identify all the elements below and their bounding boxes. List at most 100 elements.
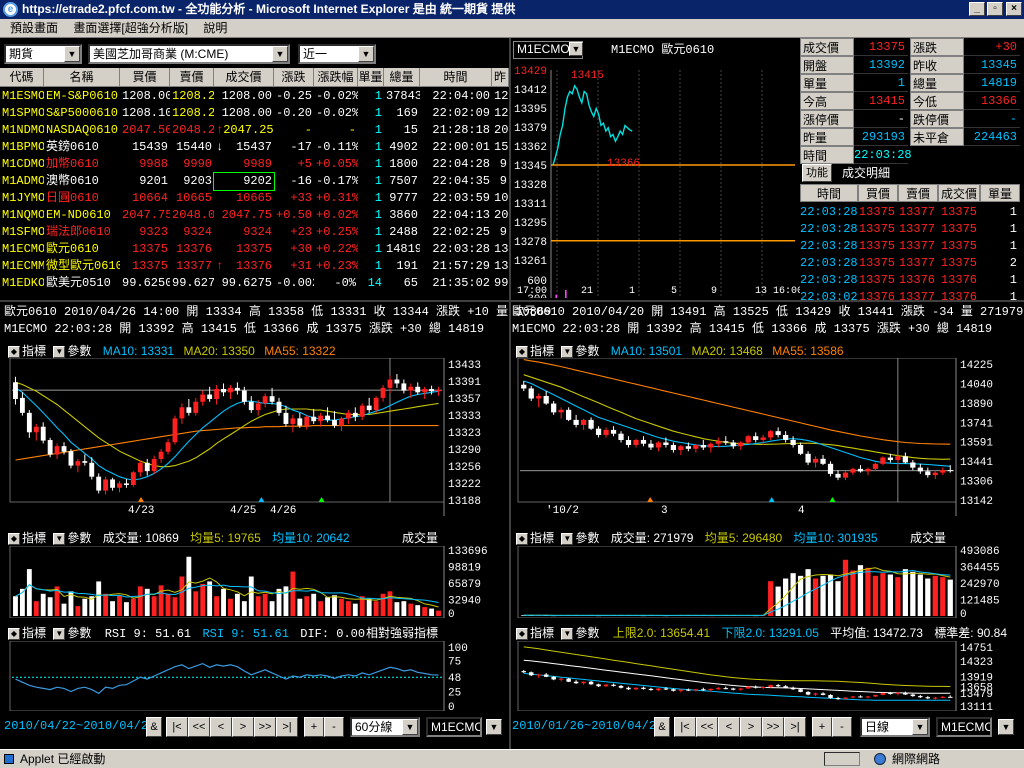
quote-cell-ask: 2048.25 (172, 123, 214, 137)
left-rsi-indicator-button[interactable]: 指標 (22, 626, 46, 640)
candle-body (269, 396, 275, 402)
column-header[interactable]: 昨 (492, 68, 509, 87)
quote-row[interactable]: M1NDMONASDAQ06102047.502048.25↑2047.25 - -… (0, 122, 509, 139)
menu-help[interactable]: 說明 (197, 19, 233, 38)
link-button[interactable]: & (654, 717, 670, 737)
column-header[interactable]: 代碼 (0, 68, 44, 87)
chevron-down-icon[interactable]: ▼ (402, 719, 418, 735)
right-vol-param-button[interactable]: 參數 (575, 531, 599, 545)
date-axis-label: 4/25 (230, 505, 256, 516)
candle-body (54, 446, 60, 455)
zoom-in-button[interactable]: + (304, 717, 324, 737)
column-header[interactable]: 單量 (358, 68, 384, 87)
column-header[interactable]: 時間 (420, 68, 492, 87)
left-symbol-input[interactable]: M1ECMO (426, 717, 482, 737)
close-button[interactable]: × (1006, 2, 1022, 16)
zoom-in-button[interactable]: + (812, 717, 832, 737)
quote-row[interactable]: M1SFMO 瑞法郎0610 9323 9324 9324 +23 +0.25% 1 2488 2… (0, 224, 509, 241)
chevron-down-icon[interactable]: ▼ (272, 46, 288, 62)
chart-frame (9, 546, 445, 618)
chevron-down-icon[interactable]: ▼ (486, 719, 502, 735)
quote-row[interactable]: M1JYMO 日圓0610 10664 10665 10665 +33 +0.31% 1 977… (0, 190, 509, 207)
quote-row[interactable]: M1SPMOS&P50006101208.101208.20 1208.00 -0.… (0, 105, 509, 122)
last-button[interactable]: >| (784, 717, 806, 737)
chevron-down-icon[interactable]: ▼ (561, 532, 574, 545)
column-header[interactable]: 總量 (384, 68, 420, 87)
trade-cell: 13375 (858, 256, 895, 270)
column-header[interactable]: 買價 (120, 68, 170, 87)
last-button[interactable]: >| (276, 717, 298, 737)
chevron-down-icon[interactable]: ▼ (998, 719, 1014, 735)
quote-row[interactable]: M1ECMMO微型歐元0610 13375 13377 ↑ 13376 +31 +0.23%… (0, 258, 509, 275)
quote-row[interactable]: M1ADMO 澳幣0610 9201 9203 9202 -16 -0.17% 1 7507 22… (0, 172, 509, 191)
diamond-icon[interactable]: ◆ (8, 627, 20, 640)
quote-row[interactable]: M1NQMOEM-ND06102047.752048.002047.75+0.5… (0, 207, 509, 224)
page-back-button[interactable]: << (696, 717, 718, 737)
column-header[interactable]: 賣價 (170, 68, 214, 87)
quote-cell-time: 21:28:18 (432, 123, 490, 137)
time-tick-label: 13 (755, 286, 768, 297)
exchange-select[interactable]: 美國芝加哥商業 (M:CME) (88, 44, 290, 64)
chevron-down-icon[interactable]: ▼ (912, 719, 928, 735)
menu-screen-select[interactable]: 畫面選擇[超強分析版] (67, 19, 194, 38)
trade-row: 22:03:28 13375 13377 13375 1 (800, 238, 1024, 255)
zoom-out-button[interactable]: - (324, 717, 344, 737)
chevron-down-icon[interactable]: ▼ (561, 627, 574, 640)
right-volume-chart: 493086 364455 242970 1214850 (516, 546, 1020, 618)
quote-cell-name: 加幣0610 (46, 157, 99, 171)
chevron-down-icon[interactable]: ▼ (561, 345, 574, 358)
right-vol-indicator-button[interactable]: 指標 (530, 531, 554, 545)
chevron-down-icon[interactable]: ▼ (569, 42, 583, 56)
right-indicator-button[interactable]: 指標 (530, 344, 554, 358)
trade-column-header: 時間 (800, 184, 858, 202)
quote-row[interactable]: M1EDKO歐美元051099.625099.627599.6275-0.002… (0, 275, 509, 290)
volume-bar (172, 597, 178, 616)
right-symbol-input[interactable]: M1ECMO (936, 717, 992, 737)
left-param-button[interactable]: 參數 (67, 344, 91, 358)
page-forward-button[interactable]: >> (254, 717, 276, 737)
right-bb-param-button[interactable]: 參數 (575, 626, 599, 640)
minimize-button[interactable]: _ (969, 2, 985, 16)
left-vol-param-button[interactable]: 參數 (67, 531, 91, 545)
chevron-down-icon[interactable]: ▼ (358, 46, 374, 62)
quote-row[interactable]: M1ESMOEM-S&P06101208.001208.251208.00-0.… (0, 88, 509, 105)
diamond-icon[interactable]: ◆ (516, 345, 528, 358)
chevron-down-icon[interactable]: ▼ (64, 46, 80, 62)
bb-axis-label: 14751 (960, 643, 993, 655)
left-vol-indicator-button[interactable]: 指標 (22, 531, 46, 545)
column-header[interactable]: 名稱 (44, 68, 120, 87)
right-param-button[interactable]: 參數 (575, 344, 599, 358)
diamond-icon[interactable]: ◆ (516, 627, 528, 640)
back-button[interactable]: < (210, 717, 232, 737)
function-button[interactable]: 功能 (802, 164, 832, 182)
candle-body (373, 397, 379, 411)
zoom-out-button[interactable]: - (832, 717, 852, 737)
column-header[interactable]: 漲跌 (274, 68, 314, 87)
chevron-down-icon[interactable]: ▼ (53, 345, 66, 358)
back-button[interactable]: < (718, 717, 740, 737)
forward-button[interactable]: > (740, 717, 762, 737)
page-back-button[interactable]: << (188, 717, 210, 737)
forward-button[interactable]: > (232, 717, 254, 737)
right-bb-indicator-button[interactable]: 指標 (530, 626, 554, 640)
link-button[interactable]: & (146, 717, 162, 737)
page-forward-button[interactable]: >> (762, 717, 784, 737)
candle-body (835, 697, 841, 700)
candle-body (352, 412, 358, 417)
left-indicator-button[interactable]: 指標 (22, 344, 46, 358)
column-header[interactable]: 漲跌幅 (314, 68, 358, 87)
quote-row[interactable]: M1ECMO 歐元0610 13375 13376 13375 +30 +0.22% 1 148… (0, 241, 509, 258)
menu-default-screen[interactable]: 預設畫面 (4, 19, 64, 38)
first-button[interactable]: |< (166, 717, 188, 737)
chevron-down-icon[interactable]: ▼ (53, 532, 66, 545)
maximize-button[interactable]: ▫ (987, 2, 1003, 16)
quote-row[interactable]: M1CDMO 加幣0610 9988 9990 9989 +5 +0.05% 1 1800 22:… (0, 156, 509, 173)
quote-row[interactable]: M1BPMO 英鎊0610 15439 15440 ↓ 15437 -17 -0.11% 1 49… (0, 139, 509, 156)
first-button[interactable]: |< (674, 717, 696, 737)
chevron-down-icon[interactable]: ▼ (53, 627, 66, 640)
diamond-icon[interactable]: ◆ (8, 532, 20, 545)
column-header[interactable]: 成交價 (214, 68, 274, 87)
diamond-icon[interactable]: ◆ (516, 532, 528, 545)
diamond-icon[interactable]: ◆ (8, 345, 20, 358)
left-rsi-param-button[interactable]: 參數 (67, 626, 91, 640)
